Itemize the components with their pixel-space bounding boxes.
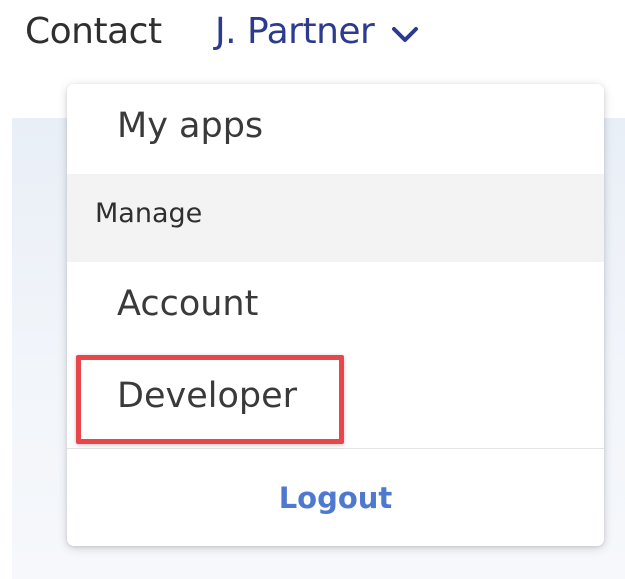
user-name: J. Partner (215, 11, 375, 52)
menu-item-account[interactable]: Account (67, 262, 604, 352)
nav-link-contact[interactable]: Contact (25, 11, 162, 52)
top-navigation: Contact J. Partner (0, 0, 625, 70)
menu-item-developer[interactable]: Developer (67, 352, 604, 444)
menu-item-label: Developer (117, 376, 298, 416)
menu-item-label: Account (117, 284, 259, 324)
menu-section-manage: Manage (67, 174, 604, 262)
logout-button[interactable]: Logout (67, 449, 604, 546)
menu-item-label: My apps (117, 106, 264, 146)
section-label: Manage (95, 198, 203, 229)
logout-label: Logout (278, 480, 393, 515)
user-dropdown-menu: My apps Manage Account Developer Logout (67, 84, 604, 546)
menu-item-my-apps[interactable]: My apps (67, 84, 604, 174)
user-menu-toggle[interactable]: J. Partner (215, 11, 420, 52)
chevron-down-icon (392, 26, 419, 42)
